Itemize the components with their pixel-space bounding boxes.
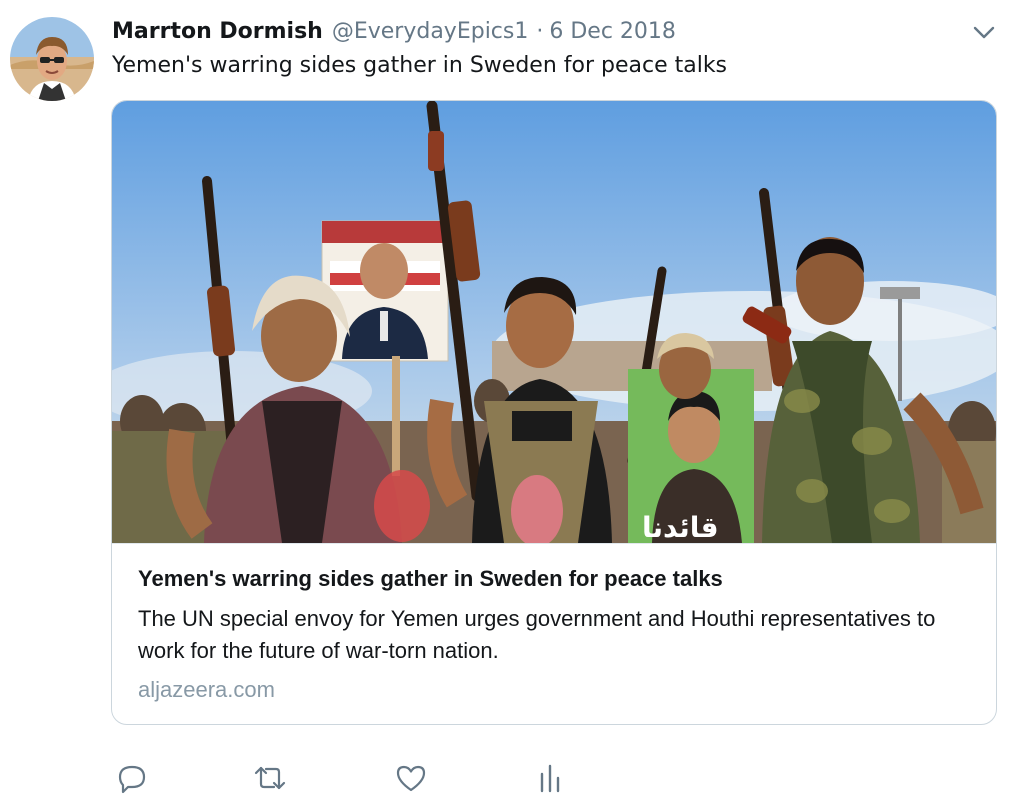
reply-button[interactable] xyxy=(114,760,150,796)
reply-icon xyxy=(118,765,146,794)
tweet-date[interactable]: 6 Dec 2018 xyxy=(549,19,676,44)
chevron-down-icon xyxy=(973,26,995,39)
tweet-menu-button[interactable] xyxy=(970,20,998,44)
retweet-icon xyxy=(254,766,286,790)
like-button[interactable] xyxy=(393,760,429,796)
tweet-header: Marrton Dormish @EverydayEpics1 · 6 Dec … xyxy=(112,14,676,48)
author-handle[interactable]: @EverydayEpics1 xyxy=(332,19,529,44)
tweet: Marrton Dormish @EverydayEpics1 · 6 Dec … xyxy=(0,0,1014,799)
poster-arabic-text: قائدنا xyxy=(642,511,719,543)
author-display-name[interactable]: Marrton Dormish xyxy=(112,19,323,44)
analytics-button[interactable] xyxy=(532,760,568,796)
card-domain: aljazeera.com xyxy=(138,677,275,702)
heart-icon xyxy=(396,765,426,792)
avatar-photo xyxy=(10,17,94,101)
card-image: قائدنا xyxy=(112,101,996,547)
tweet-text: Yemen's warring sides gather in Sweden f… xyxy=(112,53,728,78)
news-photo: قائدنا xyxy=(112,101,996,547)
header-separator: · xyxy=(536,18,544,44)
analytics-icon xyxy=(540,764,560,793)
card-title: Yemen's warring sides gather in Sweden f… xyxy=(138,566,723,591)
link-card[interactable]: قائدنا Yemen's warring sides gather in S… xyxy=(111,100,997,725)
retweet-button[interactable] xyxy=(252,760,288,796)
author-avatar[interactable] xyxy=(10,17,94,101)
card-description: The UN special envoy for Yemen urges gov… xyxy=(138,606,936,663)
